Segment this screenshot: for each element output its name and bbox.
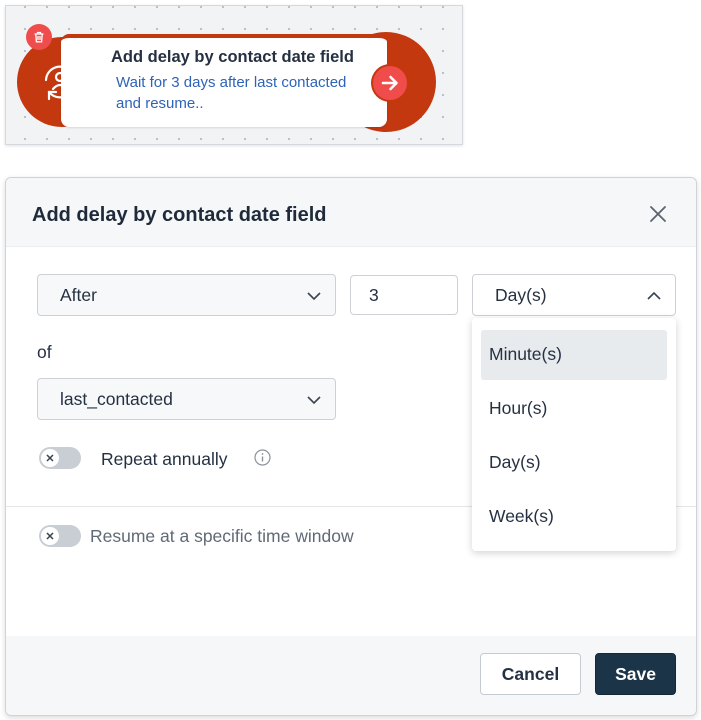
chevron-down-icon [307, 396, 321, 405]
unit-dropdown-menu: Minute(s) Hour(s) Day(s) Week(s) [472, 318, 676, 551]
arrow-right-icon [381, 75, 398, 91]
modal-footer [6, 636, 696, 715]
workflow-canvas: Add delay by contact date field Wait for… [5, 5, 463, 145]
delay-amount-input[interactable] [350, 275, 458, 315]
unit-select-value: Day(s) [495, 285, 547, 305]
unit-option-minutes[interactable]: Minute(s) [481, 330, 667, 380]
trash-icon [34, 31, 44, 43]
repeat-annually-toggle[interactable]: ✕ [39, 447, 81, 469]
timing-select-value: After [60, 285, 97, 305]
contact-sync-icon [44, 63, 76, 101]
chevron-down-icon [307, 292, 321, 301]
delay-settings-modal: Add delay by contact date field After Da… [5, 177, 697, 716]
chevron-up-icon [647, 291, 661, 300]
modal-title: Add delay by contact date field [32, 204, 327, 226]
node-title: Add delay by contact date field [111, 48, 354, 66]
node-description: Wait for 3 days after last contacted and… [116, 74, 347, 112]
unit-select[interactable]: Day(s) [472, 274, 676, 316]
repeat-annually-label: Repeat annually [101, 449, 228, 469]
close-icon[interactable] [649, 205, 667, 223]
modal-header: Add delay by contact date field [6, 178, 696, 247]
cancel-button[interactable]: Cancel [480, 653, 581, 695]
save-button[interactable]: Save [595, 653, 676, 695]
timing-select[interactable]: After [37, 274, 336, 316]
unit-option-weeks[interactable]: Week(s) [481, 492, 667, 542]
info-icon[interactable] [254, 449, 271, 466]
unit-option-hours[interactable]: Hour(s) [481, 384, 667, 434]
toggle-off-icon: ✕ [41, 527, 59, 545]
resume-window-toggle[interactable]: ✕ [39, 525, 81, 547]
next-step-button[interactable] [373, 66, 407, 100]
of-label: of [37, 342, 52, 362]
contact-field-select[interactable]: last_contacted [37, 378, 336, 420]
delete-node-button[interactable] [26, 24, 52, 50]
unit-option-days[interactable]: Day(s) [481, 438, 667, 488]
contact-field-select-value: last_contacted [60, 389, 173, 409]
toggle-off-icon: ✕ [41, 449, 59, 467]
resume-window-label: Resume at a specific time window [90, 526, 354, 546]
